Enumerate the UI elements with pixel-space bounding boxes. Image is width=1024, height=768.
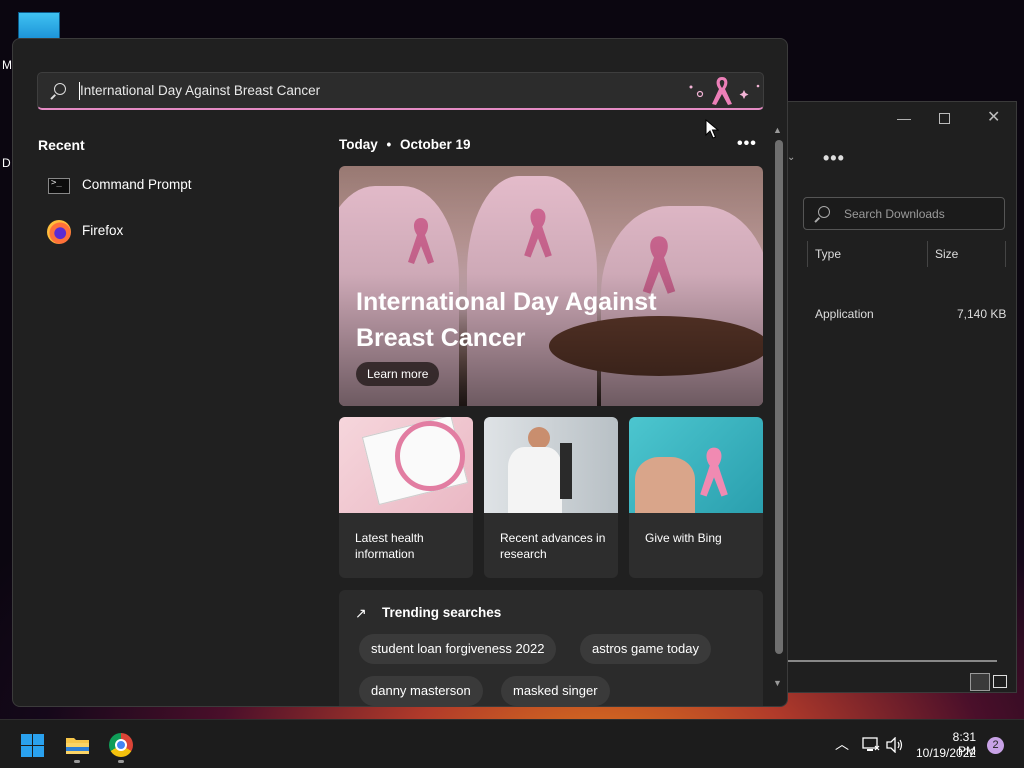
vertical-scrollbar[interactable]: ▲ ▼ [771,125,785,695]
scroll-down-icon[interactable]: ▼ [773,678,782,688]
desktop-icon-label: D [2,156,11,170]
column-header-type[interactable]: Type [815,247,841,261]
today-date: October 19 [400,137,471,152]
pink-ribbon-icon [700,447,728,497]
trending-chip[interactable]: astros game today [580,634,711,664]
running-indicator [118,760,124,763]
hero-card[interactable]: International Day Against Breast Cancer … [339,166,763,406]
file-explorer-window: — ✕ ⌄ ••• Search Downloads Type Size App… [786,101,1017,693]
minimize-button[interactable]: — [897,110,911,126]
network-icon[interactable] [862,737,880,753]
search-query-text: International Day Against Breast Cancer [80,83,321,98]
file-type-cell: Application [815,307,874,321]
recent-item-label: Command Prompt [82,177,192,192]
search-placeholder: Search Downloads [844,207,945,221]
learn-more-button[interactable]: Learn more [356,362,440,386]
firefox-icon [47,220,71,244]
horizontal-scrollbar[interactable] [787,660,997,662]
today-heading: Today • October 19 [339,137,471,152]
recent-item-firefox[interactable]: Firefox [37,213,297,251]
recent-item-label: Firefox [82,223,124,238]
researcher-head [528,427,550,449]
taskbar: ︿ 8:31 PM 10/19/2022 2 [0,719,1024,768]
column-divider[interactable] [807,241,808,267]
clock-date[interactable]: 10/19/2022 [916,746,976,760]
today-label: Today [339,137,378,152]
hand-image [635,457,695,513]
chrome-icon[interactable] [109,733,133,757]
show-hidden-icons-chevron-icon[interactable]: ︿ [835,734,849,754]
start-button[interactable] [21,734,44,757]
calendar-stethoscope-image [339,417,473,513]
more-options-button[interactable]: ••• [823,148,845,169]
card-recent-advances-in-research[interactable]: Recent advances in research [484,417,618,578]
tiles-view-button[interactable] [993,675,1007,688]
column-divider[interactable] [927,241,928,267]
card-label: Latest health information [355,531,424,561]
search-icon [818,206,830,218]
volume-icon[interactable] [886,737,904,753]
running-indicator [74,760,80,763]
desktop-icon-label: M [2,58,12,72]
trending-chip[interactable]: danny masterson [359,676,483,706]
mouse-cursor-icon [705,119,719,139]
recent-heading: Recent [38,137,85,153]
scroll-up-icon[interactable]: ▲ [773,125,782,135]
researcher-microscope-image [484,417,618,513]
ribbon-pin-image [629,417,763,513]
card-label: Recent advances in research [500,531,606,561]
card-latest-health-information[interactable]: Latest health information [339,417,473,578]
command-prompt-icon [48,178,70,194]
card-label: Give with Bing [645,531,722,545]
chevron-down-icon[interactable]: ⌄ [787,152,795,163]
column-header-size[interactable]: Size [935,247,958,261]
more-options-button[interactable]: ••• [737,135,757,153]
notification-badge[interactable]: 2 [987,737,1004,754]
explorer-search-input[interactable]: Search Downloads [803,197,1005,230]
stethoscope-image [395,421,465,491]
search-icon [54,83,66,95]
lab-coat [508,447,562,513]
file-size-cell: 7,140 KB [957,307,1007,321]
windows-search-panel: International Day Against Breast Cancer … [12,38,788,707]
file-explorer-icon[interactable] [65,735,90,755]
close-button[interactable]: ✕ [987,107,1000,127]
pink-ribbon-icon[interactable] [688,74,764,108]
card-give-with-bing[interactable]: Give with Bing [629,417,763,578]
search-input[interactable]: International Day Against Breast Cancer [37,72,764,110]
scrollbar-thumb[interactable] [775,140,783,654]
hero-title: International Day Against Breast Cancer [356,288,657,352]
column-divider[interactable] [1005,241,1006,267]
microscope-image [560,443,572,499]
trending-heading: Trending searches [382,605,502,620]
date-separator: • [386,137,392,152]
trending-chip[interactable]: masked singer [501,676,610,706]
details-view-button[interactable] [970,673,990,691]
maximize-button[interactable] [939,113,950,124]
trending-searches-section: ↗ Trending searches student loan forgive… [339,590,763,706]
trending-arrow-icon: ↗ [355,605,367,621]
trending-chip[interactable]: student loan forgiveness 2022 [359,634,557,664]
recent-item-command-prompt[interactable]: Command Prompt [37,167,297,205]
